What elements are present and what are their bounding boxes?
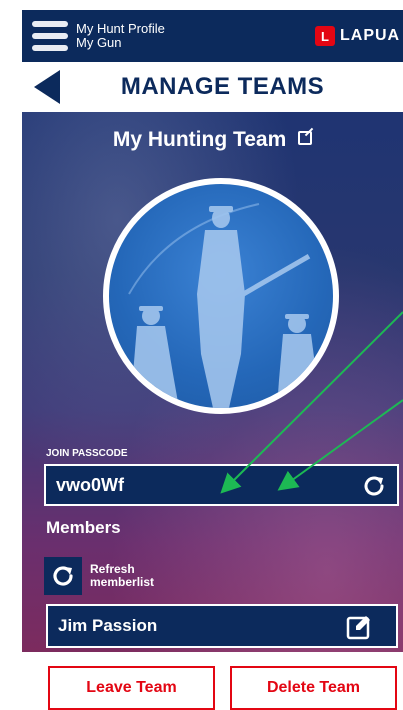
brand-text: LAPUA [340, 27, 401, 44]
members-heading: Members [46, 518, 121, 537]
profile-selector[interactable]: My Hunt Profile My Gun [76, 22, 165, 50]
edit-team-name-icon[interactable] [298, 131, 313, 145]
team-name: My Hunting Team [112, 128, 287, 151]
member-name: Jim Passion [58, 616, 158, 635]
passcode-field: vwo0Wf [44, 464, 399, 506]
delete-team-button[interactable]: Delete Team [230, 666, 397, 710]
refresh-label-line2: memberlist [90, 575, 155, 589]
lapua-logo-icon: L [315, 26, 335, 46]
top-bar: My Hunt Profile My Gun L LAPUA [22, 10, 403, 62]
team-card: My Hunting Team JOIN PASSCODE vwo0Wf Mem… [22, 112, 403, 652]
page-header: MANAGE TEAMS [22, 62, 403, 112]
refresh-memberlist-button[interactable]: Refresh memberlist [44, 557, 154, 595]
gun-name: My Gun [76, 35, 122, 50]
team-avatar [103, 178, 339, 414]
brand-logo: L LAPUA [315, 24, 403, 48]
team-title: My Hunting Team [22, 128, 403, 152]
leave-team-button[interactable]: Leave Team [48, 666, 215, 710]
passcode-label: JOIN PASSCODE [46, 448, 128, 459]
page-title: MANAGE TEAMS [120, 73, 325, 100]
refresh-icon [44, 557, 82, 595]
hunters-silhouette-icon [128, 203, 319, 408]
edit-member-icon[interactable] [346, 614, 372, 640]
refresh-passcode-icon[interactable] [361, 473, 387, 499]
member-row[interactable]: Jim Passion [46, 604, 398, 648]
profile-name: My Hunt Profile [76, 21, 165, 36]
hamburger-menu-icon[interactable] [32, 21, 68, 51]
refresh-memberlist-label: Refresh memberlist [90, 563, 154, 589]
passcode-value: vwo0Wf [56, 474, 125, 495]
